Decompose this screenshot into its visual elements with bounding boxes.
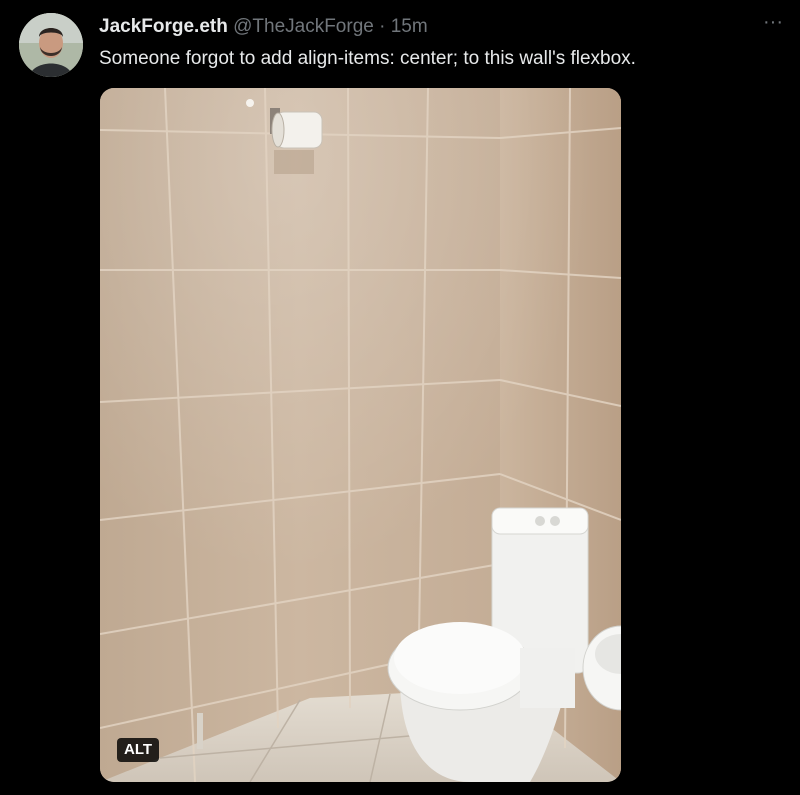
tweet-text: Someone forgot to add align-items: cente… <box>99 48 636 69</box>
tweet: JackForge.eth @TheJackForge · 15m ··· So… <box>0 0 800 795</box>
tweet-header: JackForge.eth @TheJackForge · 15m <box>99 15 428 39</box>
alt-text-badge[interactable]: ALT <box>117 738 160 762</box>
avatar[interactable] <box>19 13 83 77</box>
separator-dot: · <box>379 16 386 37</box>
more-options-icon[interactable]: ··· <box>756 12 790 40</box>
tweet-photo[interactable]: ALT <box>100 88 621 782</box>
user-handle[interactable]: @TheJackForge <box>233 16 374 37</box>
bathroom-photo <box>100 88 621 782</box>
display-name[interactable]: JackForge.eth <box>99 16 228 37</box>
timestamp[interactable]: 15m <box>391 16 428 37</box>
